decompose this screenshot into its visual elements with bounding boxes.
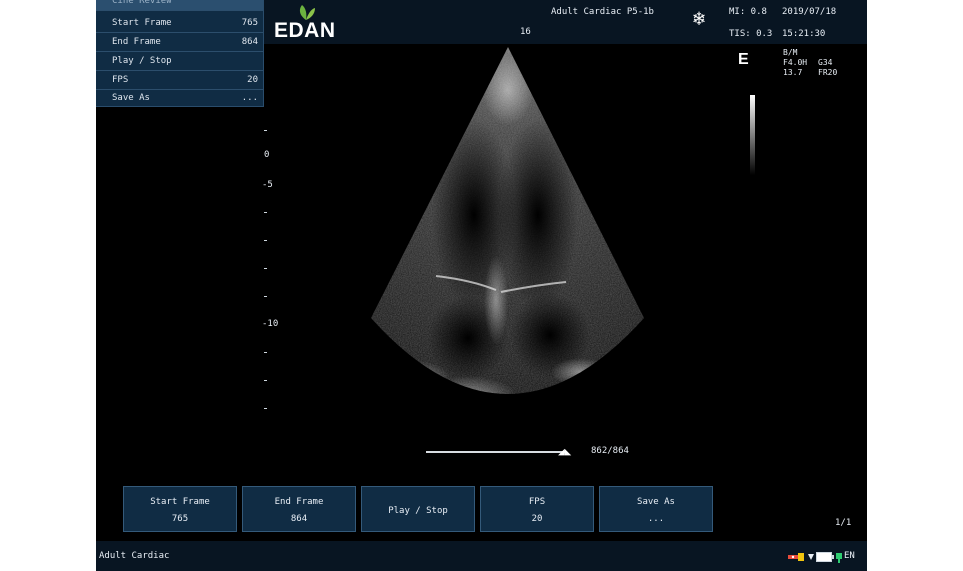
time-readout: 15:21:30 <box>782 29 826 39</box>
depth-tick <box>264 268 267 269</box>
param-frame-rate: FR20 <box>818 68 838 77</box>
cine-track[interactable] <box>426 451 566 453</box>
menu-item-label: FPS <box>112 75 129 85</box>
menu-item-play-stop[interactable]: Play / Stop <box>96 52 263 71</box>
softkey-value: 20 <box>531 514 543 524</box>
depth-scale: 0 -5 -10 <box>258 130 288 415</box>
preset-label: Adult Cardiac P5-1b <box>551 7 654 17</box>
plug-icon <box>836 553 842 563</box>
brand-name: EDAN <box>274 19 336 42</box>
depth-tick <box>264 408 267 409</box>
softkey-value: 765 <box>171 514 189 524</box>
language-indicator[interactable]: EN <box>844 551 855 561</box>
date-readout: 2019/07/18 <box>782 7 837 17</box>
softkey-label: Save As <box>637 497 675 507</box>
depth-tick <box>264 130 267 131</box>
softkey-value: ... <box>647 514 665 524</box>
arrow-down-icon <box>808 554 814 560</box>
softkey-value: 864 <box>290 514 308 524</box>
softkey-label: FPS <box>528 497 546 507</box>
depth-label-0: 0 <box>264 150 270 160</box>
tis-readout: TIS: 0.3 <box>729 29 773 39</box>
depth-readout: 16 <box>520 27 531 37</box>
depth-label-10: -10 <box>262 319 279 329</box>
param-gain: G34 <box>818 58 833 67</box>
menu-item-save-as[interactable]: Save As ... <box>96 89 263 107</box>
menu-item-value: ... <box>241 93 258 103</box>
softkey-start-frame[interactable]: Start Frame 765 <box>123 486 237 532</box>
menu-title-label: Cine Review <box>112 0 172 6</box>
depth-label-5: -5 <box>262 180 273 190</box>
menu-item-value: 20 <box>247 75 258 85</box>
freeze-icon[interactable]: ❄ <box>693 8 705 28</box>
depth-tick <box>264 380 267 381</box>
softkey-label: End Frame <box>274 497 324 507</box>
softkey-label: Start Frame <box>150 497 210 507</box>
depth-tick <box>264 240 267 241</box>
softkey-fps[interactable]: FPS 20 <box>480 486 594 532</box>
menu-item-value: 765 <box>241 18 258 28</box>
exam-type: Adult Cardiac <box>99 551 170 561</box>
usb-icon <box>788 553 804 561</box>
cine-review-menu: Cine Review Start Frame 765 End Frame 86… <box>96 0 264 107</box>
menu-item-label: End Frame <box>112 37 161 47</box>
battery-icon <box>816 552 834 562</box>
menu-item-label: Save As <box>112 93 150 103</box>
softkey-end-frame[interactable]: End Frame 864 <box>242 486 356 532</box>
status-icons: EN <box>788 550 867 564</box>
cine-marker-icon[interactable]: ◢◣ <box>558 445 571 458</box>
ultrasound-screen: EDAN Adult Cardiac P5-1b 16 ❄ MI: 0.8 20… <box>96 0 867 571</box>
depth-tick <box>264 296 267 297</box>
menu-item-start-frame[interactable]: Start Frame 765 <box>96 14 263 33</box>
cine-progress[interactable]: ◢◣ 862/864 <box>426 445 629 461</box>
param-frequency: F4.0H <box>783 58 808 67</box>
softkey-label: Play / Stop <box>388 506 448 516</box>
grayscale-bar <box>750 95 755 175</box>
softkey-play-stop[interactable]: Play / Stop <box>361 486 475 532</box>
status-bar: Adult Cardiac EN <box>96 541 867 571</box>
menu-item-label: Play / Stop <box>112 56 172 66</box>
menu-item-label: Start Frame <box>112 18 172 28</box>
menu-item-value: 864 <box>241 37 258 47</box>
leaf-icon <box>299 5 315 20</box>
mi-readout: MI: 0.8 <box>729 7 767 17</box>
param-mode: B/M <box>783 48 798 57</box>
depth-tick <box>264 212 267 213</box>
edan-logo: EDAN <box>274 4 346 42</box>
page-indicator[interactable]: 1/1 <box>835 518 851 528</box>
mode-marker: E <box>738 51 749 68</box>
param-value: 13.7 <box>783 68 803 77</box>
frame-counter: 862/864 <box>591 446 629 456</box>
menu-title: Cine Review <box>96 0 263 11</box>
depth-tick <box>264 352 267 353</box>
softkey-save-as[interactable]: Save As ... <box>599 486 713 532</box>
menu-item-fps[interactable]: FPS 20 <box>96 71 263 90</box>
menu-item-end-frame[interactable]: End Frame 864 <box>96 33 263 52</box>
